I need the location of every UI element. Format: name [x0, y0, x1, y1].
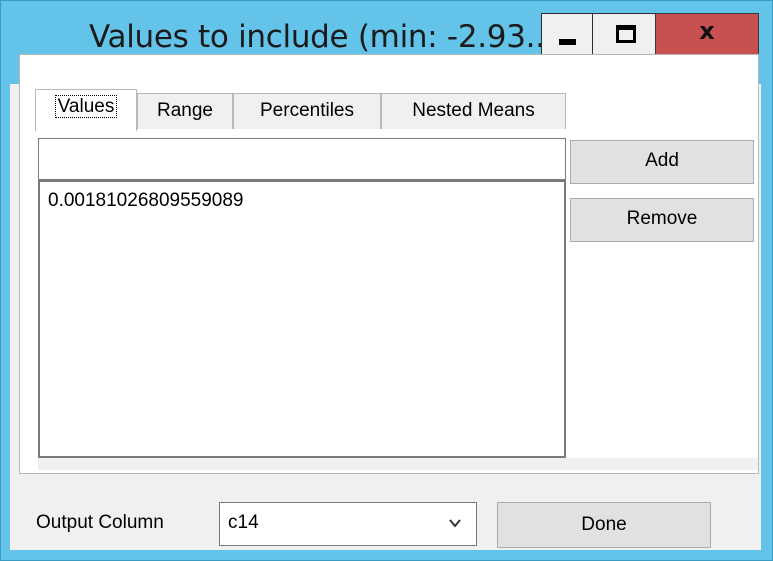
add-button[interactable]: Add	[570, 140, 754, 184]
tab-percentiles[interactable]: Percentiles	[233, 93, 381, 129]
tab-percentiles-label: Percentiles	[260, 100, 354, 121]
tab-range[interactable]: Range	[137, 93, 233, 129]
maximize-icon	[616, 25, 636, 43]
tab-nested-means-label: Nested Means	[412, 100, 535, 121]
value-input[interactable]	[38, 138, 566, 180]
minimize-icon	[559, 39, 576, 45]
output-column-select[interactable]: c14	[219, 502, 477, 546]
done-button[interactable]: Done	[497, 502, 711, 548]
close-icon: x	[699, 17, 715, 45]
list-item[interactable]: 0.00181026809559089	[48, 190, 243, 212]
close-button[interactable]: x	[655, 13, 759, 55]
panel-lower-strip	[38, 458, 758, 470]
window-title: Values to include (min: -2.93...	[89, 19, 555, 55]
tab-values-label: Values	[54, 95, 118, 118]
values-list[interactable]: 0.00181026809559089	[38, 180, 566, 458]
output-column-value: c14	[228, 512, 259, 533]
maximize-button[interactable]	[592, 13, 656, 55]
chevron-down-icon	[449, 519, 461, 528]
output-column-label: Output Column	[36, 512, 164, 533]
tab-values[interactable]: Values	[35, 89, 137, 131]
tab-nested-means[interactable]: Nested Means	[381, 93, 566, 129]
tab-range-label: Range	[157, 100, 213, 121]
minimize-button[interactable]	[541, 13, 593, 55]
remove-button[interactable]: Remove	[570, 198, 754, 242]
